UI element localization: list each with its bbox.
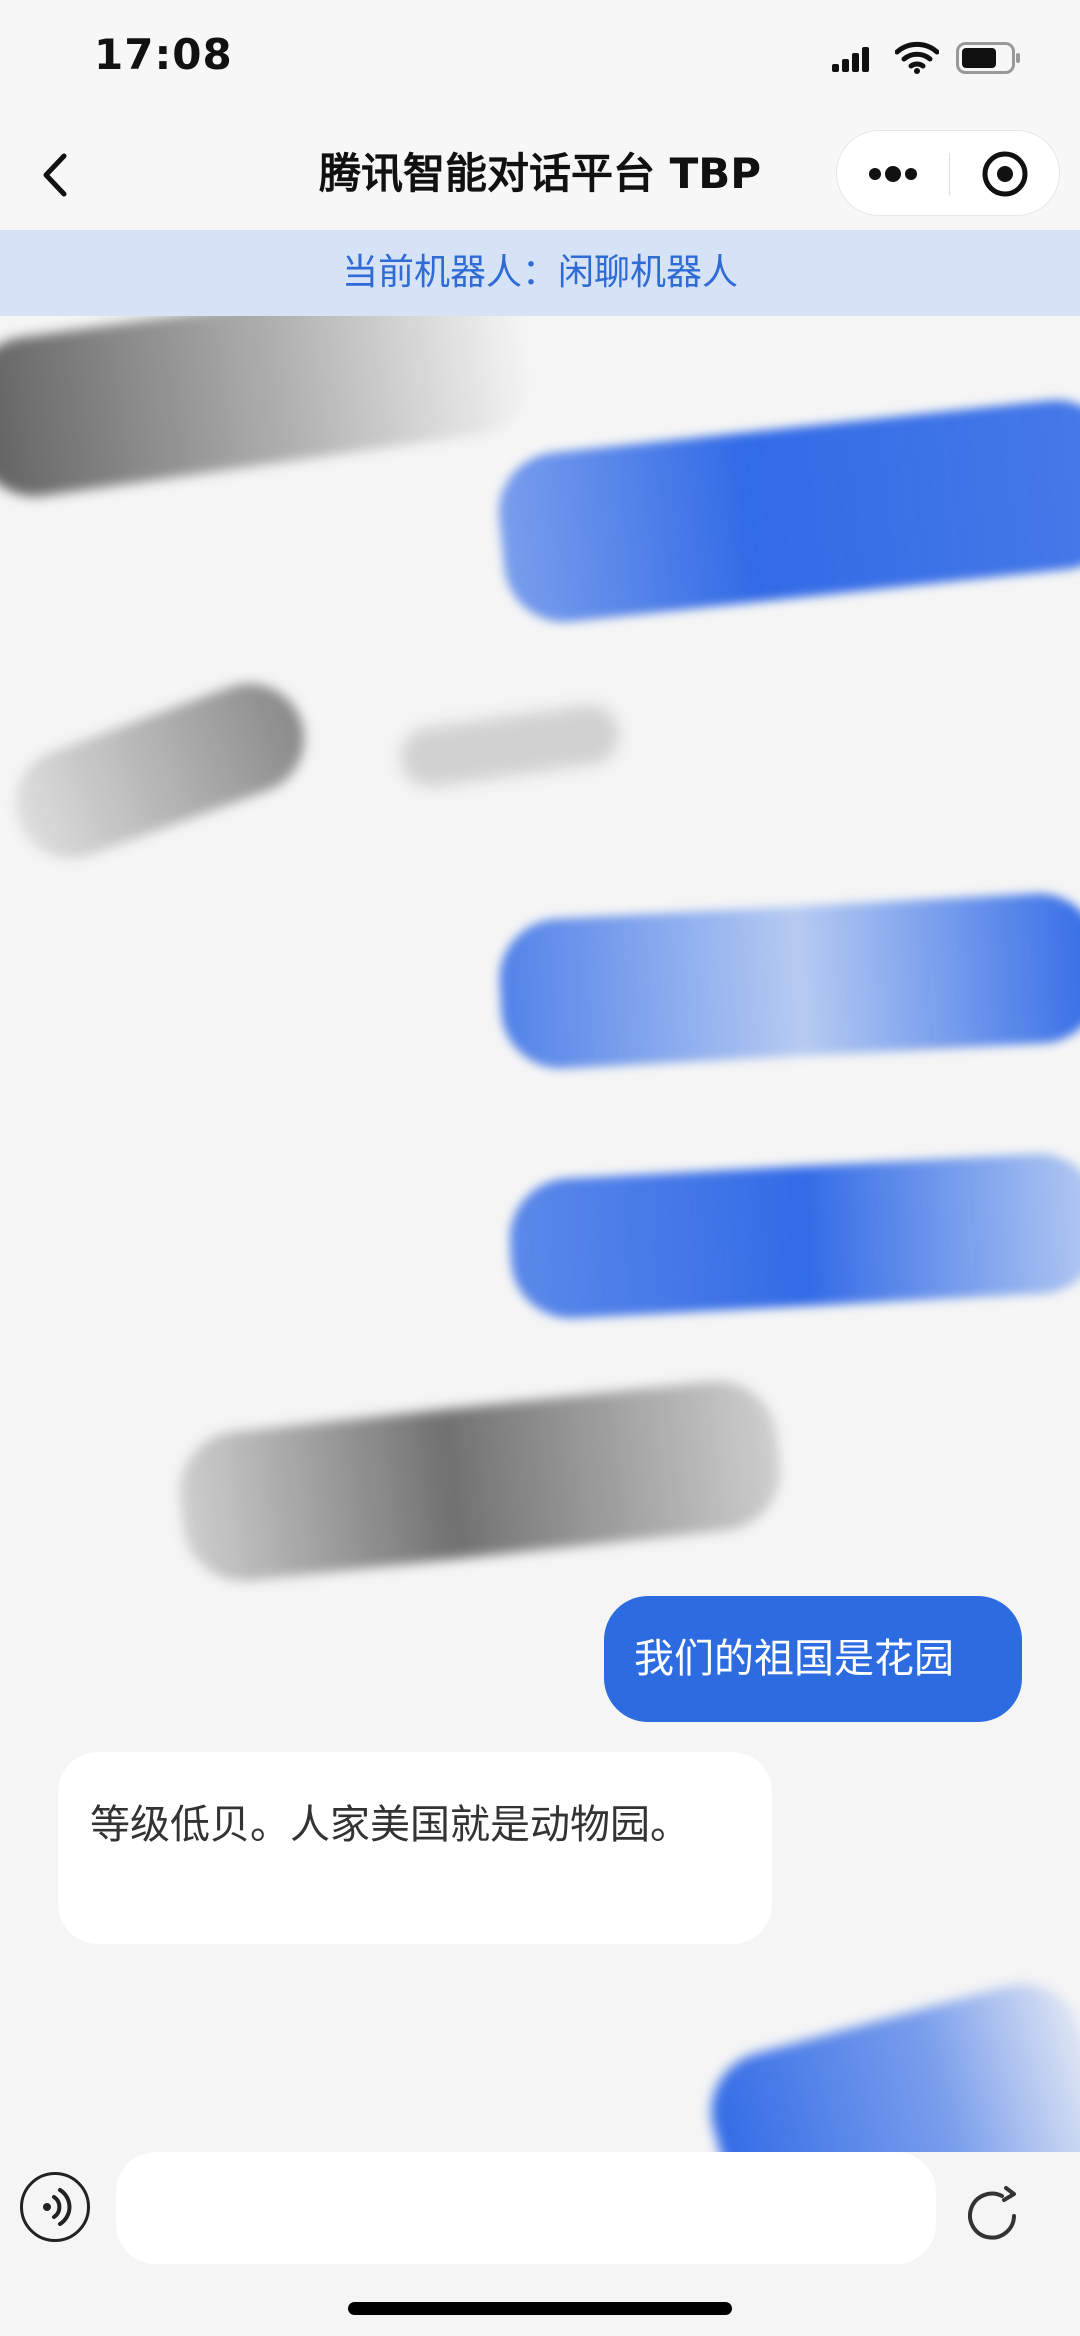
refresh-icon[interactable]: [956, 2180, 1028, 2252]
signal-icon: [832, 47, 869, 72]
status-bar: 17:08: [0, 0, 1080, 118]
redaction-scribble: [0, 316, 539, 505]
mini-program-capsule: [836, 130, 1060, 216]
home-indicator: [348, 2302, 732, 2315]
navigation-bar: 腾讯智能对话平台 TBP: [0, 118, 1080, 230]
bot-message-bubble[interactable]: 等级低贝。人家美国就是动物园。: [58, 1752, 772, 1944]
redaction-scribble: [496, 890, 1080, 1072]
user-message-bubble[interactable]: 我们的祖国是花园: [604, 1596, 1022, 1722]
close-mini-program-icon[interactable]: [949, 131, 1061, 217]
voice-icon: [43, 2188, 72, 2226]
banner-label: 当前机器人：: [341, 252, 558, 293]
message-input[interactable]: [116, 2152, 936, 2264]
robot-name: 闲聊机器人: [558, 252, 739, 293]
redaction-scribble: [173, 1375, 787, 1587]
redaction-scribble: [506, 1150, 1080, 1322]
battery-icon: [956, 42, 1020, 74]
input-bar: [0, 2152, 1080, 2336]
redaction-scribble: [396, 700, 624, 792]
redaction-scribble: [0, 668, 320, 874]
wifi-icon: [895, 41, 939, 74]
redaction-scribble: [492, 394, 1080, 628]
chat-area[interactable]: 我们的祖国是花园 等级低贝。人家美国就是动物园。: [0, 316, 1080, 2152]
redaction-scribble: [698, 1970, 1080, 2152]
status-time: 17:08: [94, 30, 233, 79]
current-robot-banner: 当前机器人：闲聊机器人: [0, 230, 1080, 316]
voice-input-button[interactable]: [20, 2172, 90, 2242]
more-options-icon[interactable]: [837, 131, 949, 217]
